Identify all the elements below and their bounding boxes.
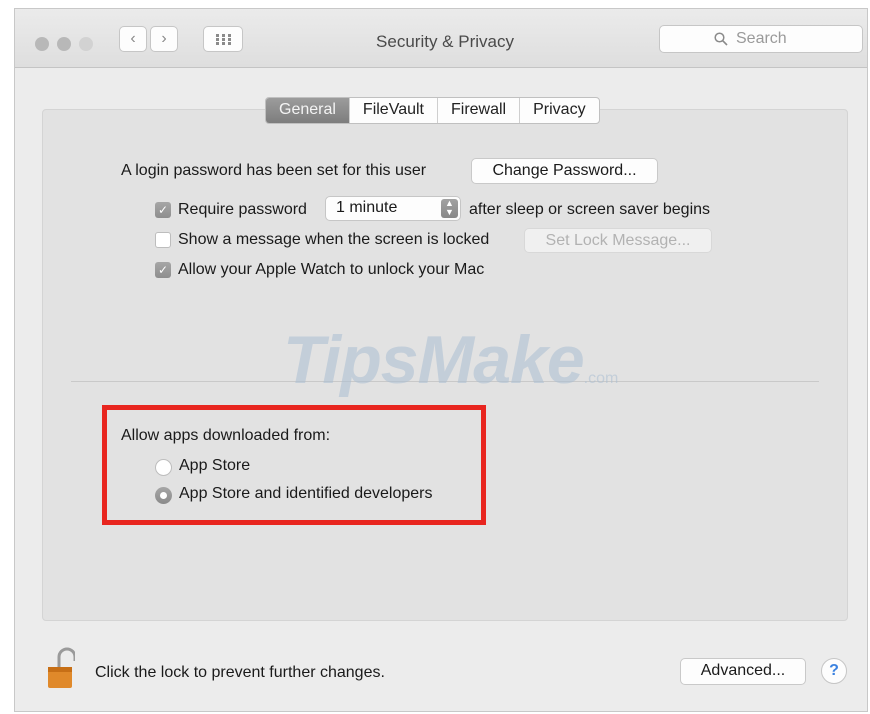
zoom-window-button[interactable] bbox=[79, 37, 93, 51]
require-password-checkbox[interactable]: ✓ bbox=[155, 202, 171, 218]
lock-instruction-text: Click the lock to prevent further change… bbox=[95, 664, 385, 681]
radio-app-store[interactable] bbox=[155, 459, 172, 476]
apple-watch-label: Allow your Apple Watch to unlock your Ma… bbox=[178, 261, 485, 278]
chevron-left-icon: ‹ bbox=[130, 30, 136, 47]
tab-general[interactable]: General bbox=[266, 98, 349, 123]
advanced-button[interactable]: Advanced... bbox=[680, 658, 806, 685]
watermark-brand: TipsMake bbox=[283, 322, 585, 398]
search-icon bbox=[714, 32, 728, 46]
tab-privacy[interactable]: Privacy bbox=[519, 98, 598, 123]
tab-filevault[interactable]: FileVault bbox=[348, 98, 437, 123]
apple-watch-checkbox[interactable]: ✓ bbox=[155, 262, 171, 278]
checkmark-icon: ✓ bbox=[157, 203, 169, 217]
security-privacy-window: ‹ › Security & Privacy Search General Fi… bbox=[14, 8, 868, 712]
require-password-delay-select[interactable]: 1 minute ▲ ▼ bbox=[325, 196, 461, 221]
forward-button[interactable]: › bbox=[150, 26, 178, 52]
title-bar: ‹ › Security & Privacy Search bbox=[15, 9, 867, 68]
show-message-checkbox[interactable] bbox=[155, 232, 171, 248]
search-field[interactable]: Search bbox=[659, 25, 863, 53]
tipsmake-watermark: TipsMake.com bbox=[283, 321, 618, 399]
show-all-button[interactable] bbox=[203, 26, 243, 52]
help-button[interactable]: ? bbox=[821, 658, 847, 684]
delay-value: 1 minute bbox=[336, 199, 398, 216]
close-window-button[interactable] bbox=[35, 37, 49, 51]
lock-icon[interactable] bbox=[45, 645, 75, 689]
require-password-label: Require password bbox=[178, 201, 307, 218]
allow-apps-heading: Allow apps downloaded from: bbox=[121, 427, 331, 444]
after-sleep-text: after sleep or screen saver begins bbox=[469, 201, 711, 218]
checkmark-icon: ✓ bbox=[157, 263, 169, 277]
set-lock-message-button[interactable]: Set Lock Message... bbox=[524, 228, 712, 253]
radio-app-store-identified-developers[interactable] bbox=[155, 487, 172, 504]
updown-arrows-icon: ▲ ▼ bbox=[441, 199, 458, 218]
app-store-label: App Store bbox=[179, 457, 251, 474]
change-password-button[interactable]: Change Password... bbox=[471, 158, 658, 184]
login-password-text: A login password has been set for this u… bbox=[121, 162, 427, 179]
watermark-domain: .com bbox=[583, 370, 619, 387]
minimize-window-button[interactable] bbox=[57, 37, 71, 51]
app-store-identified-developers-label: App Store and identified developers bbox=[179, 485, 433, 502]
chevron-right-icon: › bbox=[161, 30, 167, 47]
show-message-label: Show a message when the screen is locked bbox=[178, 231, 490, 248]
window-title: Security & Privacy bbox=[376, 32, 514, 51]
help-icon: ? bbox=[829, 662, 839, 679]
back-button[interactable]: ‹ bbox=[119, 26, 147, 52]
search-placeholder: Search bbox=[736, 30, 787, 47]
tab-bar: General FileVault Firewall Privacy bbox=[265, 97, 600, 124]
tab-firewall[interactable]: Firewall bbox=[436, 98, 519, 123]
